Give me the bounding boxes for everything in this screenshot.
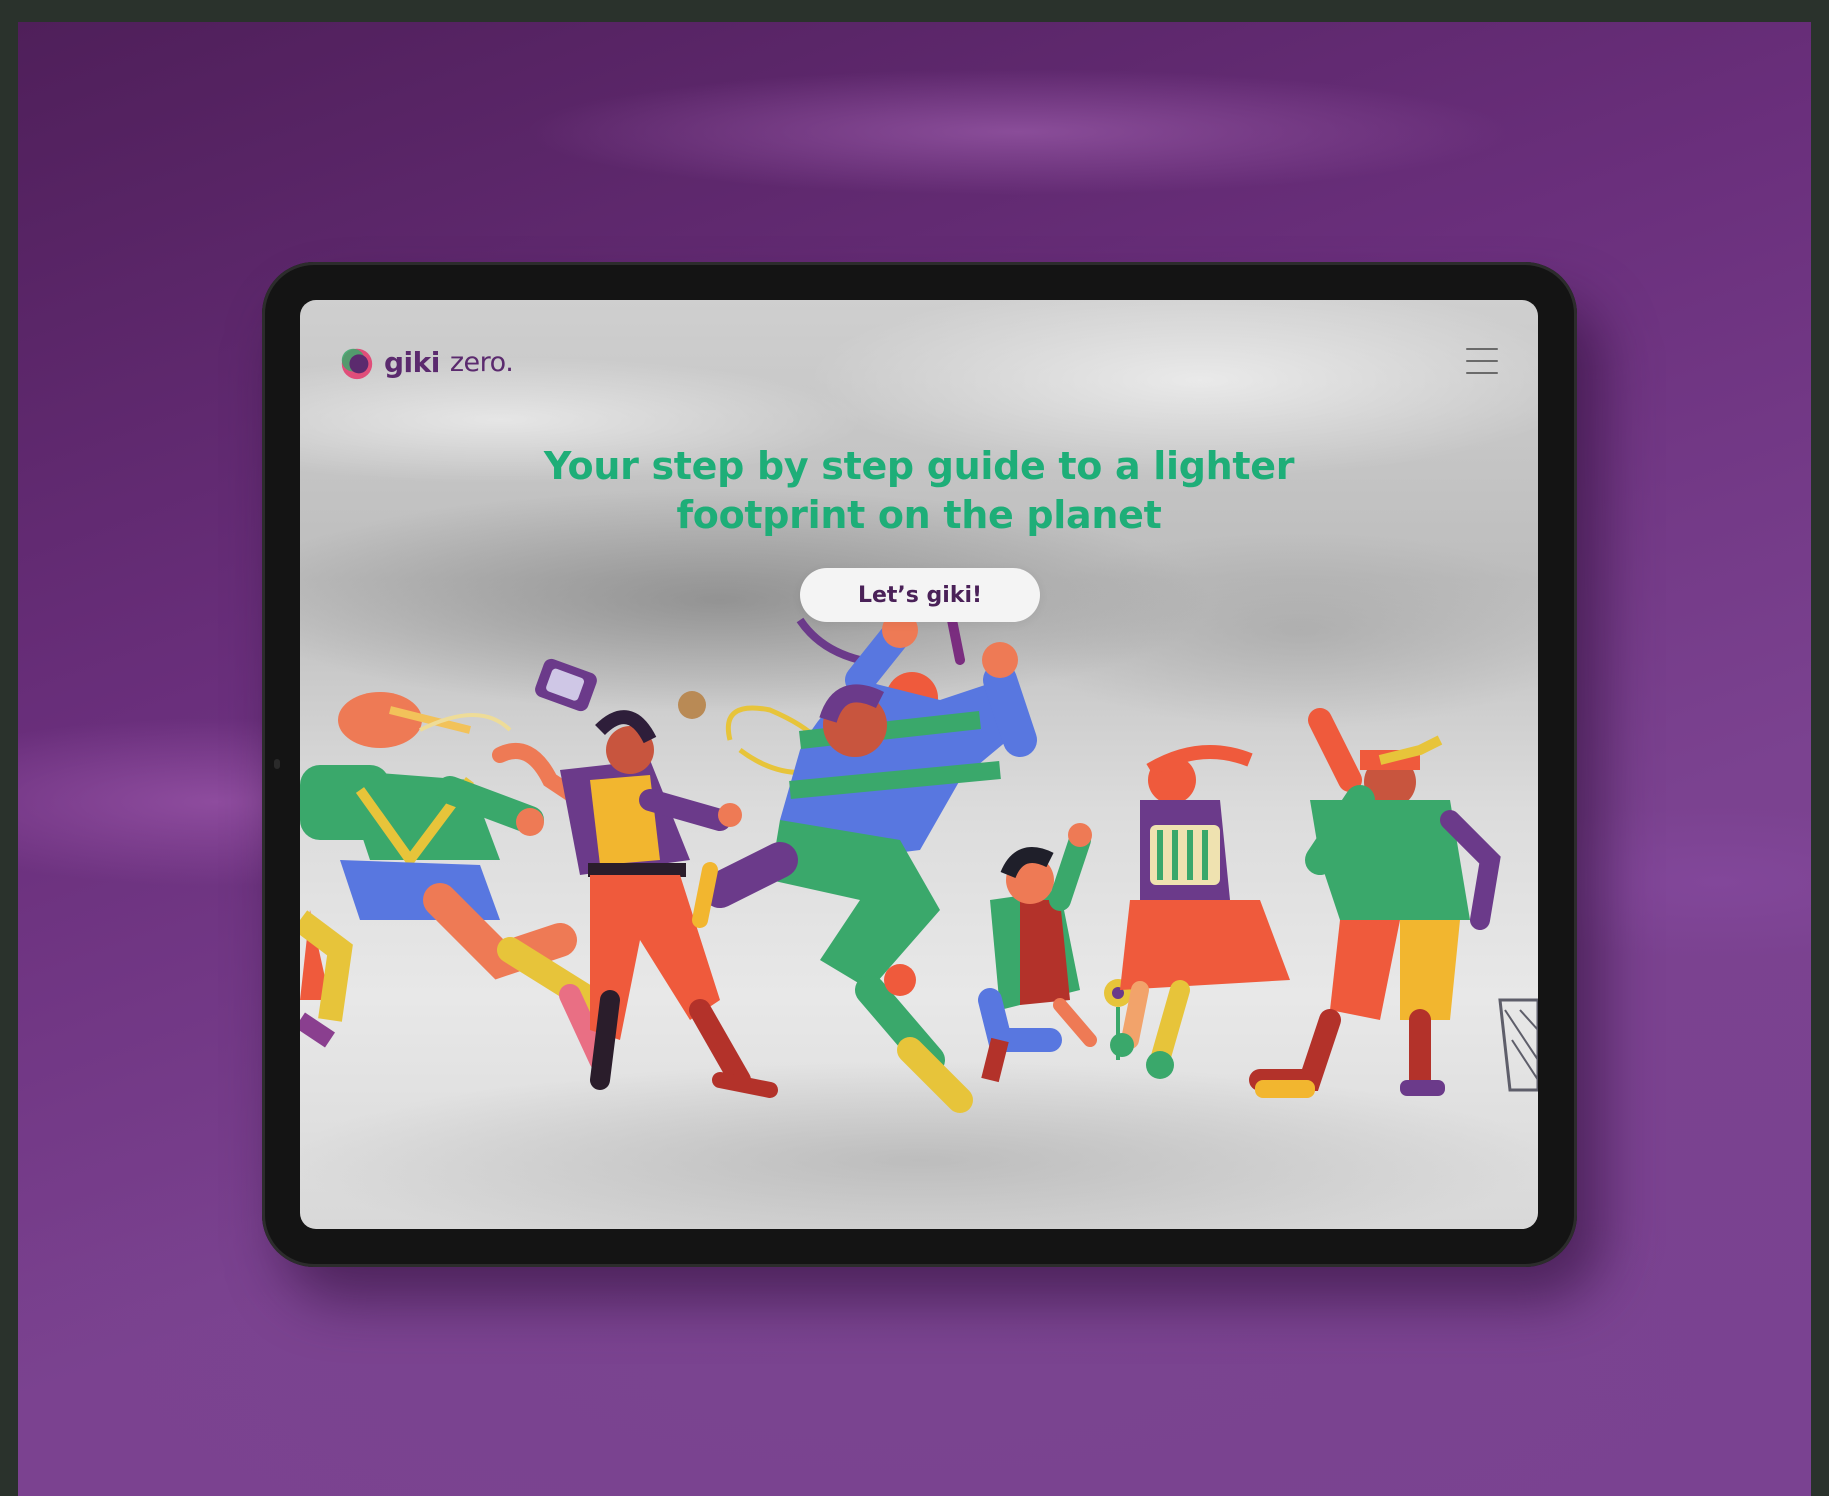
logo-wordmark-bold: giki — [384, 345, 440, 379]
tablet-device: giki zero. Your step by step guide to a l… — [262, 262, 1577, 1267]
trumpet-player-figure — [1249, 708, 1538, 1098]
camera-icon — [274, 759, 280, 769]
lets-giki-button[interactable]: Let’s giki! — [800, 568, 1040, 622]
headline-line-2: footprint on the planet — [676, 493, 1162, 537]
logo-wordmark-light: zero. — [449, 346, 514, 378]
menu-line — [1466, 348, 1498, 350]
jumper-figure — [692, 605, 1037, 1113]
hero-headline: Your step by step guide to a lighter foo… — [300, 442, 1538, 540]
headline-line-1: Your step by step guide to a lighter — [543, 444, 1295, 488]
dancing-people-illustration — [300, 605, 1538, 1113]
tablet-screen: giki zero. Your step by step guide to a l… — [300, 300, 1538, 1229]
giki-logo-icon — [341, 348, 373, 380]
menu-line — [1466, 372, 1498, 374]
runner-figure — [300, 692, 611, 1071]
giki-zero-logo[interactable]: giki zero. — [338, 340, 514, 384]
red-hair-girl-figure — [1110, 745, 1290, 1079]
hamburger-menu-icon[interactable] — [1466, 348, 1498, 374]
menu-line — [1466, 360, 1498, 362]
